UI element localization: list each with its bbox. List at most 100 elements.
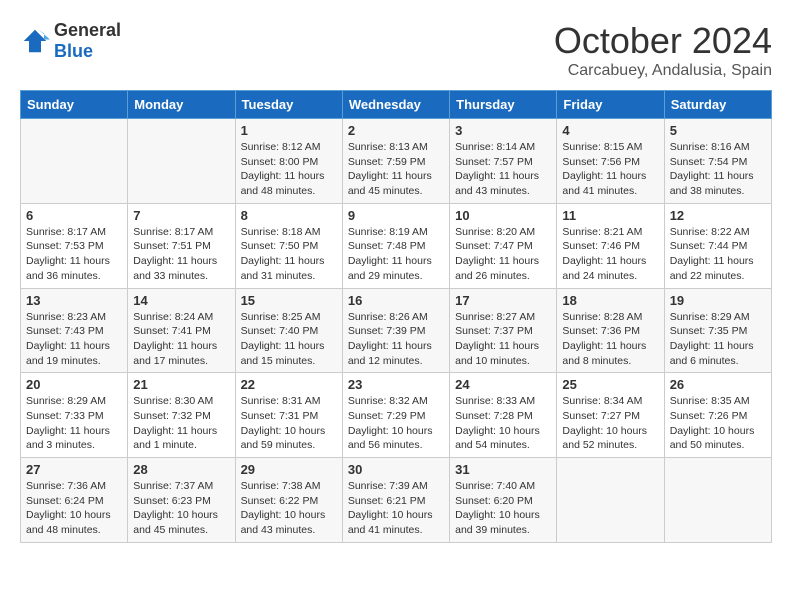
header-row: SundayMondayTuesdayWednesdayThursdayFrid…: [21, 91, 772, 119]
day-cell: 30 Sunrise: 7:39 AM Sunset: 6:21 PM Dayli…: [342, 458, 449, 543]
day-number: 25: [562, 377, 658, 392]
day-cell: [128, 119, 235, 204]
day-info: Sunrise: 8:22 AM Sunset: 7:44 PM Dayligh…: [670, 225, 766, 284]
day-cell: 25 Sunrise: 8:34 AM Sunset: 7:27 PM Dayli…: [557, 373, 664, 458]
day-cell: [21, 119, 128, 204]
header-cell-saturday: Saturday: [664, 91, 771, 119]
day-number: 9: [348, 208, 444, 223]
day-info: Sunrise: 8:35 AM Sunset: 7:26 PM Dayligh…: [670, 394, 766, 453]
day-number: 2: [348, 123, 444, 138]
day-number: 17: [455, 293, 551, 308]
calendar-table: SundayMondayTuesdayWednesdayThursdayFrid…: [20, 90, 772, 543]
logo-blue: Blue: [54, 41, 93, 61]
day-number: 7: [133, 208, 229, 223]
day-info: Sunrise: 8:32 AM Sunset: 7:29 PM Dayligh…: [348, 394, 444, 453]
day-number: 15: [241, 293, 337, 308]
day-info: Sunrise: 7:38 AM Sunset: 6:22 PM Dayligh…: [241, 479, 337, 538]
day-cell: 12 Sunrise: 8:22 AM Sunset: 7:44 PM Dayli…: [664, 203, 771, 288]
day-info: Sunrise: 8:21 AM Sunset: 7:46 PM Dayligh…: [562, 225, 658, 284]
day-number: 12: [670, 208, 766, 223]
day-number: 29: [241, 462, 337, 477]
day-info: Sunrise: 7:39 AM Sunset: 6:21 PM Dayligh…: [348, 479, 444, 538]
day-cell: 2 Sunrise: 8:13 AM Sunset: 7:59 PM Daylig…: [342, 119, 449, 204]
day-info: Sunrise: 8:27 AM Sunset: 7:37 PM Dayligh…: [455, 310, 551, 369]
day-number: 18: [562, 293, 658, 308]
day-cell: 16 Sunrise: 8:26 AM Sunset: 7:39 PM Dayli…: [342, 288, 449, 373]
day-info: Sunrise: 8:24 AM Sunset: 7:41 PM Dayligh…: [133, 310, 229, 369]
day-cell: 5 Sunrise: 8:16 AM Sunset: 7:54 PM Daylig…: [664, 119, 771, 204]
day-cell: 28Sunrise: 7:37 AM Sunset: 6:23 PM Dayli…: [128, 458, 235, 543]
day-cell: 24Sunrise: 8:33 AM Sunset: 7:28 PM Dayli…: [450, 373, 557, 458]
day-cell: 10 Sunrise: 8:20 AM Sunset: 7:47 PM Dayli…: [450, 203, 557, 288]
day-info: Sunrise: 8:17 AM Sunset: 7:53 PM Dayligh…: [26, 225, 122, 284]
day-cell: 23 Sunrise: 8:32 AM Sunset: 7:29 PM Dayli…: [342, 373, 449, 458]
day-cell: 7 Sunrise: 8:17 AM Sunset: 7:51 PM Daylig…: [128, 203, 235, 288]
title-block: October 2024 Carcabuey, Andalusia, Spain: [554, 20, 772, 80]
day-number: 5: [670, 123, 766, 138]
day-info: Sunrise: 7:37 AM Sunset: 6:23 PM Dayligh…: [133, 479, 229, 538]
day-cell: 13 Sunrise: 8:23 AM Sunset: 7:43 PM Dayli…: [21, 288, 128, 373]
day-cell: [664, 458, 771, 543]
day-number: 10: [455, 208, 551, 223]
day-info: Sunrise: 8:29 AM Sunset: 7:33 PM Dayligh…: [26, 394, 122, 453]
logo-general: General: [54, 20, 121, 40]
header-cell-friday: Friday: [557, 91, 664, 119]
day-info: Sunrise: 8:30 AM Sunset: 7:32 PM Dayligh…: [133, 394, 229, 453]
day-number: 26: [670, 377, 766, 392]
day-info: Sunrise: 8:28 AM Sunset: 7:36 PM Dayligh…: [562, 310, 658, 369]
day-cell: 18 Sunrise: 8:28 AM Sunset: 7:36 PM Dayli…: [557, 288, 664, 373]
day-number: 21: [133, 377, 229, 392]
day-number: 14: [133, 293, 229, 308]
day-cell: 14 Sunrise: 8:24 AM Sunset: 7:41 PM Dayli…: [128, 288, 235, 373]
day-info: Sunrise: 8:34 AM Sunset: 7:27 PM Dayligh…: [562, 394, 658, 453]
day-cell: 3Sunrise: 8:14 AM Sunset: 7:57 PM Daylig…: [450, 119, 557, 204]
day-cell: 21 Sunrise: 8:30 AM Sunset: 7:32 PM Dayli…: [128, 373, 235, 458]
day-cell: 29 Sunrise: 7:38 AM Sunset: 6:22 PM Dayli…: [235, 458, 342, 543]
day-number: 4: [562, 123, 658, 138]
day-info: Sunrise: 8:18 AM Sunset: 7:50 PM Dayligh…: [241, 225, 337, 284]
day-info: Sunrise: 8:15 AM Sunset: 7:56 PM Dayligh…: [562, 140, 658, 199]
header-cell-tuesday: Tuesday: [235, 91, 342, 119]
day-info: Sunrise: 8:23 AM Sunset: 7:43 PM Dayligh…: [26, 310, 122, 369]
day-info: Sunrise: 8:25 AM Sunset: 7:40 PM Dayligh…: [241, 310, 337, 369]
day-cell: 15 Sunrise: 8:25 AM Sunset: 7:40 PM Dayli…: [235, 288, 342, 373]
day-info: Sunrise: 8:20 AM Sunset: 7:47 PM Dayligh…: [455, 225, 551, 284]
day-info: Sunrise: 7:36 AM Sunset: 6:24 PM Dayligh…: [26, 479, 122, 538]
day-cell: 11 Sunrise: 8:21 AM Sunset: 7:46 PM Dayli…: [557, 203, 664, 288]
month-title: October 2024: [554, 20, 772, 62]
day-info: Sunrise: 8:13 AM Sunset: 7:59 PM Dayligh…: [348, 140, 444, 199]
day-info: Sunrise: 8:19 AM Sunset: 7:48 PM Dayligh…: [348, 225, 444, 284]
week-row-1: 1 Sunrise: 8:12 AM Sunset: 8:00 PM Daylig…: [21, 119, 772, 204]
header-cell-wednesday: Wednesday: [342, 91, 449, 119]
day-cell: [557, 458, 664, 543]
day-cell: 9 Sunrise: 8:19 AM Sunset: 7:48 PM Daylig…: [342, 203, 449, 288]
day-number: 27: [26, 462, 122, 477]
week-row-3: 13 Sunrise: 8:23 AM Sunset: 7:43 PM Dayli…: [21, 288, 772, 373]
header-cell-sunday: Sunday: [21, 91, 128, 119]
day-number: 13: [26, 293, 122, 308]
day-info: Sunrise: 8:26 AM Sunset: 7:39 PM Dayligh…: [348, 310, 444, 369]
logo: General Blue: [20, 20, 121, 62]
day-number: 1: [241, 123, 337, 138]
logo-icon: [20, 26, 50, 56]
day-number: 31: [455, 462, 551, 477]
day-number: 30: [348, 462, 444, 477]
day-number: 16: [348, 293, 444, 308]
day-number: 11: [562, 208, 658, 223]
day-cell: 8Sunrise: 8:18 AM Sunset: 7:50 PM Daylig…: [235, 203, 342, 288]
header-cell-thursday: Thursday: [450, 91, 557, 119]
day-info: Sunrise: 8:33 AM Sunset: 7:28 PM Dayligh…: [455, 394, 551, 453]
day-cell: 19Sunrise: 8:29 AM Sunset: 7:35 PM Dayli…: [664, 288, 771, 373]
day-cell: 6Sunrise: 8:17 AM Sunset: 7:53 PM Daylig…: [21, 203, 128, 288]
week-row-2: 6Sunrise: 8:17 AM Sunset: 7:53 PM Daylig…: [21, 203, 772, 288]
day-info: Sunrise: 8:17 AM Sunset: 7:51 PM Dayligh…: [133, 225, 229, 284]
day-cell: 26 Sunrise: 8:35 AM Sunset: 7:26 PM Dayli…: [664, 373, 771, 458]
day-cell: 22Sunrise: 8:31 AM Sunset: 7:31 PM Dayli…: [235, 373, 342, 458]
day-info: Sunrise: 8:12 AM Sunset: 8:00 PM Dayligh…: [241, 140, 337, 199]
day-cell: 31Sunrise: 7:40 AM Sunset: 6:20 PM Dayli…: [450, 458, 557, 543]
day-cell: 4 Sunrise: 8:15 AM Sunset: 7:56 PM Daylig…: [557, 119, 664, 204]
day-number: 23: [348, 377, 444, 392]
day-cell: 17 Sunrise: 8:27 AM Sunset: 7:37 PM Dayli…: [450, 288, 557, 373]
day-number: 3: [455, 123, 551, 138]
day-info: Sunrise: 8:16 AM Sunset: 7:54 PM Dayligh…: [670, 140, 766, 199]
